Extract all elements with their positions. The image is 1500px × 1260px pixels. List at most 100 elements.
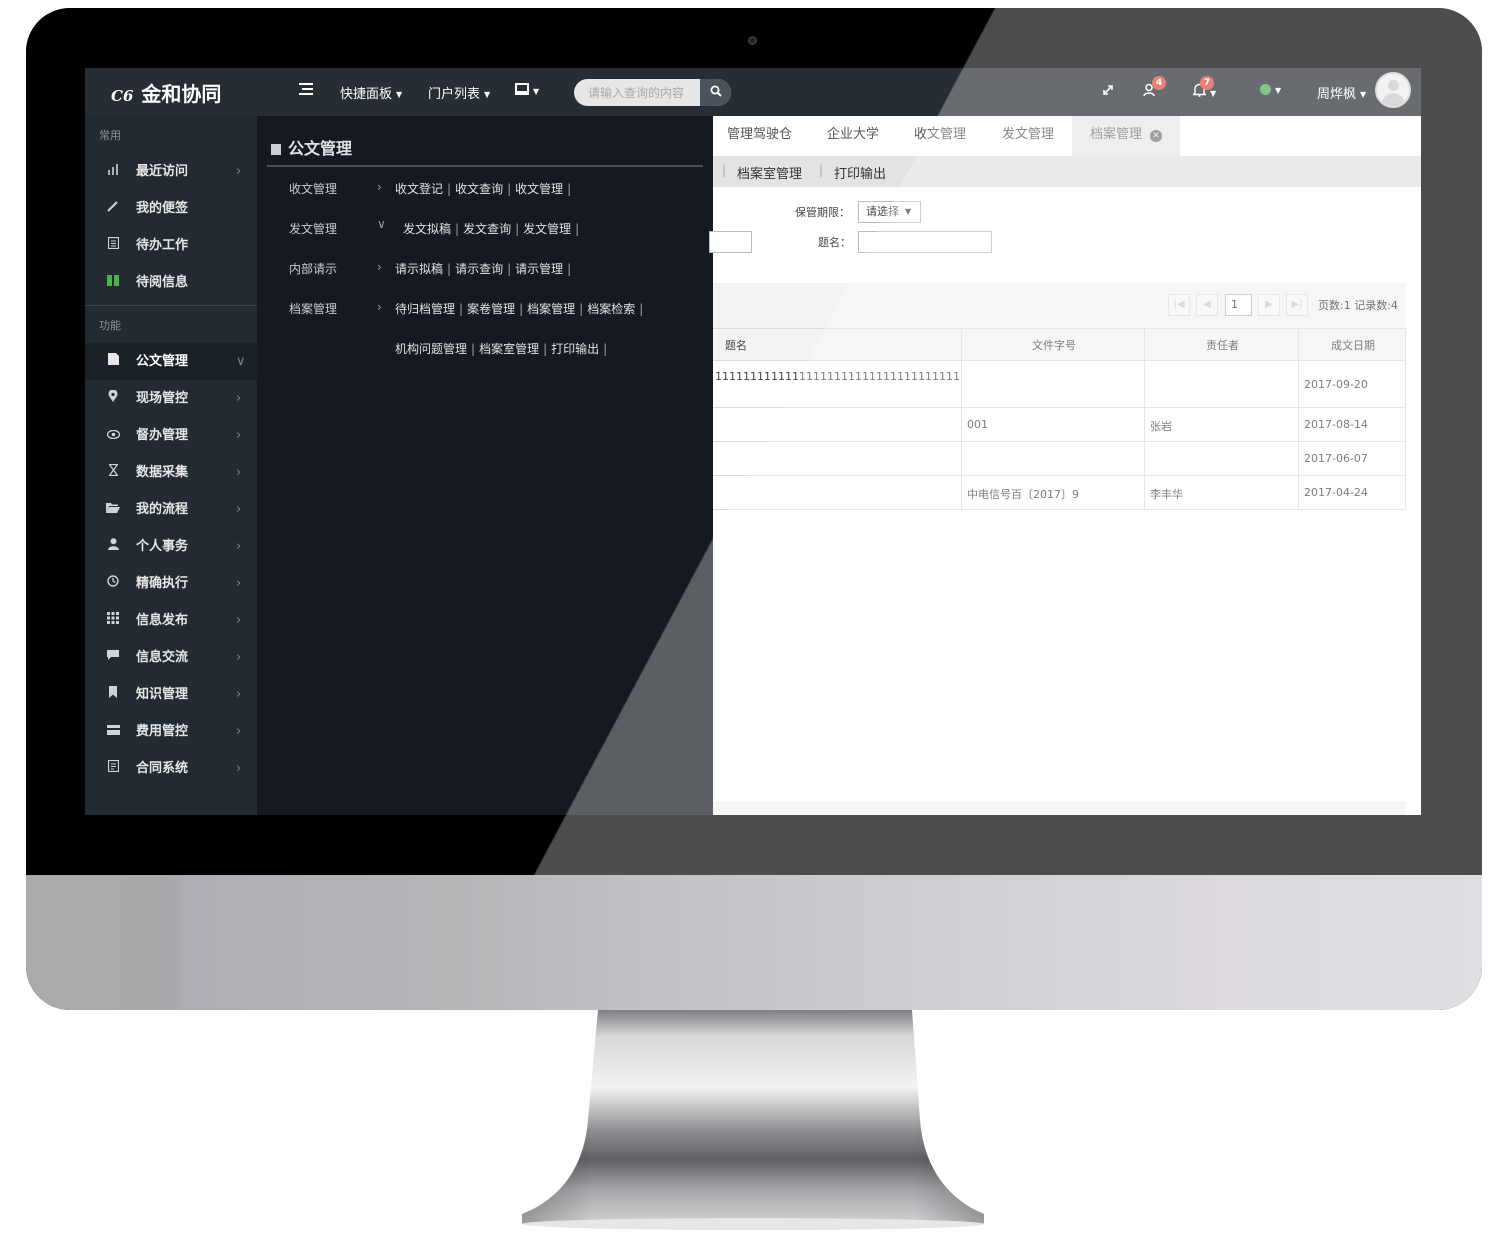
sidebar: 常用 最近访问 › 我的便签 待办工作 待阅信息 功能 公文管理 ∨ 现场管控 … <box>85 116 257 815</box>
subtab-print[interactable]: 打印输出 <box>834 163 886 182</box>
chevron-right-icon: › <box>236 164 242 179</box>
bell-badge: 7 <box>1200 76 1214 90</box>
flyout-link[interactable]: 档案管理 <box>527 302 575 316</box>
logo-text: 金和协同 <box>141 82 222 106</box>
chevron-down-icon: ▼ <box>905 207 912 216</box>
sidebar-item-recent[interactable]: 最近访问 › <box>85 153 257 190</box>
flyout-link[interactable]: 发文查询 <box>463 222 511 236</box>
flyout-link[interactable]: 收文查询 <box>455 182 503 196</box>
table-cell-date: 2017-06-07 <box>1304 452 1368 465</box>
user-menu[interactable]: 周烨枫 ▼ <box>1317 83 1366 102</box>
row-divider <box>713 407 1406 408</box>
sidebar-item-supervision[interactable]: 督办管理 › <box>85 417 257 454</box>
title-input[interactable] <box>858 231 992 253</box>
flyout-link[interactable]: 案卷管理 <box>467 302 515 316</box>
flyout-link[interactable]: 请示拟稿 <box>395 262 443 276</box>
app-logo[interactable]: C6 金和协同 <box>111 78 221 107</box>
first-page-icon[interactable]: |◀ <box>1168 294 1190 316</box>
flyout-link[interactable]: 请示查询 <box>455 262 503 276</box>
flyout-link[interactable]: 收文管理 <box>515 182 563 196</box>
flyout-link[interactable]: 发文管理 <box>523 222 571 236</box>
chevron-down-icon: ▼ <box>1275 86 1282 95</box>
sidebar-item-site-control[interactable]: 现场管控 › <box>85 380 257 417</box>
search-button[interactable] <box>700 79 731 106</box>
portal-list-menu[interactable]: 门户列表 ▼ <box>428 83 490 102</box>
clock-icon <box>106 565 120 602</box>
column-header-date[interactable]: 成文日期 <box>1331 337 1375 353</box>
table-cell-doc-no: 中电信号百〔2017〕9 <box>967 488 1079 501</box>
sidebar-item-data-collect[interactable]: 数据采集 › <box>85 454 257 491</box>
chevron-right-icon: › <box>377 260 382 274</box>
tab-send[interactable]: 发文管理 <box>1002 116 1054 156</box>
sidebar-item-my-flow[interactable]: 我的流程 › <box>85 491 257 528</box>
tab-bar: 管理驾驶仓 企业大学 收文管理 发文管理 档案管理 ✕ <box>713 116 1421 156</box>
tab-university[interactable]: 企业大学 <box>827 116 879 156</box>
table-cell-owner: 张岩 <box>1150 420 1172 433</box>
bar-chart-icon <box>106 153 120 190</box>
online-status-menu[interactable]: ▼ <box>1260 83 1281 98</box>
next-page-icon[interactable]: ▶ <box>1258 294 1280 316</box>
quick-panel-menu[interactable]: 快捷面板 ▼ <box>340 83 402 102</box>
bookmark-icon <box>106 676 120 713</box>
flyout-link[interactable]: 档案室管理 <box>479 342 539 356</box>
sidebar-item-exchange[interactable]: 信息交流 › <box>85 639 257 676</box>
flyout-category-receive[interactable]: 收文管理 <box>289 180 337 197</box>
avatar[interactable] <box>1375 72 1411 108</box>
column-header-title[interactable]: 题名 <box>725 337 747 353</box>
quick-panel-label: 快捷面板 <box>340 87 393 102</box>
chevron-right-icon: › <box>236 391 242 406</box>
flyout-links-receive: 收文登记 | 收文查询 | 收文管理 | <box>395 182 572 196</box>
sidebar-item-expense[interactable]: 费用管控 › <box>85 713 257 750</box>
flyout-link[interactable]: 请示管理 <box>515 262 563 276</box>
chevron-down-icon: ∨ <box>377 217 386 231</box>
monitor-icon <box>515 83 529 95</box>
chevron-down-icon: ▼ <box>1360 90 1367 99</box>
sidebar-section-function: 功能 <box>99 319 121 332</box>
fullscreen-icon[interactable] <box>1102 84 1114 100</box>
sidebar-item-knowledge[interactable]: 知识管理 › <box>85 676 257 713</box>
sidebar-item-notes[interactable]: 我的便签 <box>85 190 257 227</box>
subtab-archive-room[interactable]: 档案室管理 <box>737 163 802 182</box>
flyout-category-archive[interactable]: 档案管理 <box>289 300 337 317</box>
sidebar-item-contract[interactable]: 合同系统 › <box>85 750 257 787</box>
sidebar-item-toread[interactable]: 待阅信息 <box>85 264 257 301</box>
desktop-menu[interactable]: ▼ <box>515 83 539 99</box>
flyout-links-send: 发文拟稿 | 发文查询 | 发文管理 | <box>403 222 580 236</box>
sidebar-item-label: 现场管控 <box>136 391 189 406</box>
flyout-link[interactable]: 待归档管理 <box>395 302 455 316</box>
table-cell-date: 2017-08-14 <box>1304 418 1368 431</box>
sidebar-item-document-mgmt[interactable]: 公文管理 ∨ <box>85 343 257 380</box>
tab-dashboard[interactable]: 管理驾驶仓 <box>727 116 792 156</box>
sidebar-item-publish[interactable]: 信息发布 › <box>85 602 257 639</box>
flyout-category-request[interactable]: 内部请示 <box>289 260 337 277</box>
tab-archive[interactable]: 档案管理 ✕ <box>1072 116 1181 156</box>
filter-input[interactable] <box>709 231 752 253</box>
column-header-doc-no[interactable]: 文件字号 <box>1032 337 1076 353</box>
sidebar-item-todo[interactable]: 待办工作 <box>85 227 257 264</box>
monitor-stand <box>522 1010 984 1230</box>
flyout-category-send[interactable]: 发文管理 <box>289 220 337 237</box>
chevron-down-icon: ▼ <box>533 87 540 96</box>
last-page-icon[interactable]: ▶| <box>1286 294 1308 316</box>
table-cell-title[interactable]: 1111111111111111111111111111111111111111… <box>715 370 959 383</box>
chevron-right-icon: › <box>236 650 242 665</box>
search-input[interactable] <box>574 79 700 106</box>
tab-receive[interactable]: 收文管理 <box>914 116 966 156</box>
menu-lines-icon[interactable] <box>299 83 313 99</box>
sidebar-item-personal[interactable]: 个人事务 › <box>85 528 257 565</box>
retention-select[interactable]: 请选择 ▼ <box>858 201 921 223</box>
monitor-bezel: C6 金和协同 快捷面板 ▼ 门户列表 ▼ ▼ 请输入查询的内容 4 ▼ 7 ▼… <box>26 8 1482 875</box>
flyout-link[interactable]: 收文登记 <box>395 182 443 196</box>
sidebar-item-label: 知识管理 <box>136 687 189 702</box>
sidebar-item-execution[interactable]: 精确执行 › <box>85 565 257 602</box>
flyout-link[interactable]: 打印输出 <box>551 342 599 356</box>
flyout-link[interactable]: 机构问题管理 <box>395 342 467 356</box>
flyout-title: 公文管理 <box>271 135 352 159</box>
flyout-link[interactable]: 档案检索 <box>587 302 635 316</box>
prev-page-icon[interactable]: ◀ <box>1196 294 1218 316</box>
page-number-input[interactable]: 1 <box>1225 294 1252 316</box>
eye-icon <box>106 417 120 454</box>
close-icon[interactable]: ✕ <box>1150 130 1163 142</box>
flyout-link[interactable]: 发文拟稿 <box>403 222 451 236</box>
column-header-owner[interactable]: 责任者 <box>1206 337 1239 353</box>
